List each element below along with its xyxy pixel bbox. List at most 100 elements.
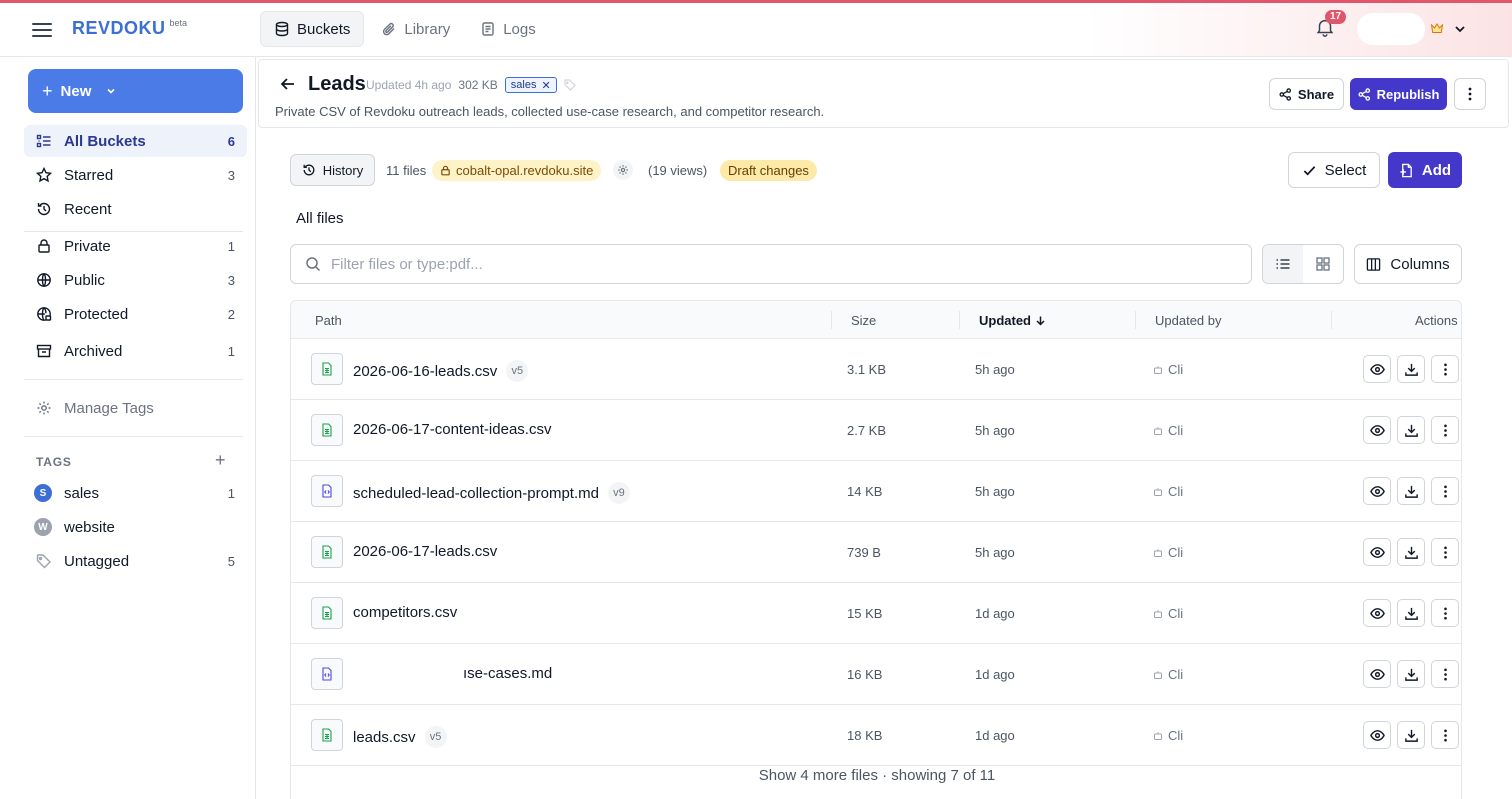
preview-button[interactable] bbox=[1363, 477, 1391, 505]
download-button[interactable] bbox=[1397, 477, 1425, 505]
eye-icon bbox=[1369, 546, 1385, 558]
plus-icon: + bbox=[42, 81, 53, 101]
brand-logo[interactable]: REVDOKU beta bbox=[72, 18, 187, 39]
back-arrow-icon[interactable] bbox=[279, 75, 297, 93]
file-count: 11 files bbox=[386, 163, 427, 178]
sidebar-item-recent[interactable]: Recent bbox=[24, 193, 247, 225]
preview-button[interactable] bbox=[1363, 599, 1391, 627]
row-menu-button[interactable] bbox=[1431, 416, 1459, 444]
sidebar-item-protected[interactable]: Protected 2 bbox=[24, 298, 247, 330]
site-settings-button[interactable] bbox=[613, 160, 633, 180]
sidebar-item-public[interactable]: Public 3 bbox=[24, 264, 247, 296]
add-tag-icon[interactable] bbox=[564, 79, 576, 91]
new-button[interactable]: + New bbox=[28, 69, 243, 113]
sidebar-tag-untagged[interactable]: Untagged 5 bbox=[24, 545, 247, 577]
download-button[interactable] bbox=[1397, 538, 1425, 566]
preview-button[interactable] bbox=[1363, 721, 1391, 749]
new-label: New bbox=[60, 82, 92, 100]
sidebar-item-private[interactable]: Private 1 bbox=[24, 230, 247, 262]
columns-button[interactable]: Columns bbox=[1354, 244, 1462, 284]
sidebar-tag-website[interactable]: W website bbox=[24, 511, 247, 543]
column-resizer[interactable] bbox=[1331, 311, 1332, 329]
remove-tag-icon[interactable]: ✕ bbox=[541, 79, 550, 92]
draft-status-badge[interactable]: Draft changes bbox=[720, 160, 817, 181]
kebab-icon bbox=[1443, 607, 1447, 619]
tab-library[interactable]: Library bbox=[368, 11, 463, 47]
file-updated-by: Cli bbox=[1153, 545, 1183, 560]
table-row[interactable]: leads.csv v5 18 KB 1d ago Cli bbox=[291, 705, 1461, 766]
column-header-updated-by[interactable]: Updated by bbox=[1155, 313, 1222, 328]
table-row[interactable]: scheduled-lead-collection-prompt.md v9 1… bbox=[291, 461, 1461, 522]
preview-button[interactable] bbox=[1363, 538, 1391, 566]
sidebar-item-manage-tags[interactable]: Manage Tags bbox=[24, 392, 247, 424]
tab-buckets[interactable]: Buckets bbox=[260, 11, 365, 47]
top-bar: REVDOKU beta Buckets Library Logs 17 bbox=[0, 3, 1512, 57]
file-name-link[interactable]: 2026-06-16-leads.csv v5 bbox=[353, 360, 529, 382]
table-row[interactable]: 2026-06-17-content-ideas.csv 2.7 KB 5h a… bbox=[291, 400, 1461, 461]
sidebar-tag-sales[interactable]: S sales 1 bbox=[24, 477, 247, 509]
republish-button[interactable]: Republish bbox=[1350, 78, 1447, 110]
row-menu-button[interactable] bbox=[1431, 538, 1459, 566]
sidebar-item-all-buckets[interactable]: All Buckets 6 bbox=[24, 125, 247, 157]
file-name-link[interactable]: ıse-cases.md bbox=[463, 665, 552, 682]
table-row[interactable]: 2026-06-17-leads.csv 739 B 5h ago Cli bbox=[291, 522, 1461, 583]
download-button[interactable] bbox=[1397, 416, 1425, 444]
republish-label: Republish bbox=[1376, 86, 1440, 102]
file-name-link[interactable]: 2026-06-17-leads.csv bbox=[353, 543, 497, 560]
show-more-button[interactable]: Show 4 more files · showing 7 of 11 bbox=[291, 767, 1461, 784]
updated-time: Updated 4h ago bbox=[366, 78, 452, 92]
menu-icon[interactable] bbox=[30, 19, 54, 39]
sidebar-item-label: Protected bbox=[64, 305, 129, 323]
download-button[interactable] bbox=[1397, 355, 1425, 383]
download-button[interactable] bbox=[1397, 721, 1425, 749]
column-resizer[interactable] bbox=[959, 311, 960, 329]
csv-file-icon bbox=[322, 362, 332, 376]
row-menu-button[interactable] bbox=[1431, 355, 1459, 383]
preview-button[interactable] bbox=[1363, 355, 1391, 383]
notifications-button[interactable]: 17 bbox=[1314, 10, 1347, 42]
column-resizer[interactable] bbox=[831, 311, 832, 329]
user-avatar[interactable] bbox=[1357, 13, 1425, 45]
chevron-down-icon[interactable] bbox=[1453, 22, 1467, 36]
column-resizer[interactable] bbox=[1135, 311, 1136, 329]
list-view-button[interactable] bbox=[1263, 245, 1303, 283]
sidebar-item-label: Private bbox=[64, 237, 111, 255]
row-menu-button[interactable] bbox=[1431, 660, 1459, 688]
preview-button[interactable] bbox=[1363, 660, 1391, 688]
filter-input[interactable] bbox=[331, 255, 1211, 273]
site-link[interactable]: cobalt-opal.revdoku.site bbox=[432, 160, 602, 181]
table-row[interactable]: 2026-06-16-leads.csv v5 3.1 KB 5h ago Cl… bbox=[291, 339, 1461, 400]
preview-button[interactable] bbox=[1363, 416, 1391, 444]
tag-chip-sales[interactable]: sales ✕ bbox=[504, 77, 557, 93]
add-button[interactable]: Add bbox=[1388, 152, 1462, 188]
download-button[interactable] bbox=[1397, 599, 1425, 627]
sidebar-item-archived[interactable]: Archived 1 bbox=[24, 335, 247, 367]
bucket-description: Private CSV of Revdoku outreach leads, c… bbox=[275, 104, 825, 119]
add-tag-button[interactable]: + bbox=[215, 450, 226, 471]
download-button[interactable] bbox=[1397, 660, 1425, 688]
history-button[interactable]: History bbox=[290, 154, 375, 186]
column-header-path[interactable]: Path bbox=[315, 313, 342, 328]
sidebar-item-starred[interactable]: Starred 3 bbox=[24, 159, 247, 191]
tab-logs[interactable]: Logs bbox=[467, 11, 549, 47]
column-header-size[interactable]: Size bbox=[851, 313, 876, 328]
select-button[interactable]: Select bbox=[1288, 152, 1380, 188]
more-options-button[interactable] bbox=[1454, 78, 1486, 110]
table-row[interactable]: ıse-cases.md 16 KB 1d ago Cli bbox=[291, 644, 1461, 705]
file-name-link[interactable]: scheduled-lead-collection-prompt.md v9 bbox=[353, 482, 630, 504]
table-row[interactable]: competitors.csv 15 KB 1d ago Cli bbox=[291, 583, 1461, 644]
share-button[interactable]: Share bbox=[1269, 78, 1344, 110]
bot-icon bbox=[1154, 426, 1162, 435]
file-name: 2026-06-17-content-ideas.csv bbox=[353, 421, 552, 438]
file-name-link[interactable]: 2026-06-17-content-ideas.csv bbox=[353, 421, 551, 438]
row-menu-button[interactable] bbox=[1431, 599, 1459, 627]
row-menu-button[interactable] bbox=[1431, 721, 1459, 749]
grid-view-button[interactable] bbox=[1303, 245, 1343, 283]
file-updated-by: Cli bbox=[1153, 423, 1183, 438]
row-menu-button[interactable] bbox=[1431, 477, 1459, 505]
file-name-link[interactable]: leads.csv v5 bbox=[353, 726, 447, 748]
sidebar-item-label: Manage Tags bbox=[64, 399, 154, 417]
column-header-updated[interactable]: Updated bbox=[979, 313, 1046, 328]
file-name-link[interactable]: competitors.csv bbox=[353, 604, 457, 621]
eye-icon bbox=[1369, 607, 1385, 619]
